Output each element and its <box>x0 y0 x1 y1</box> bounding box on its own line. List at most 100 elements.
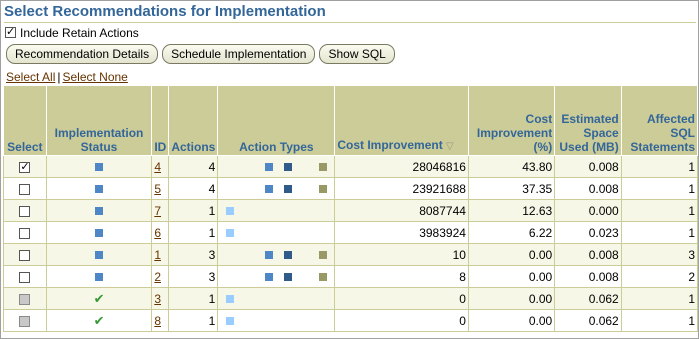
blue-square-status-icon <box>95 185 104 194</box>
table-row: 5 4 23921688 37.35 0.008 1 <box>3 177 698 200</box>
recommendation-id-link[interactable]: 8 <box>154 314 161 328</box>
recommendation-id-link[interactable]: 6 <box>154 226 161 240</box>
recommendation-details-button[interactable]: Recommendation Details <box>6 44 159 64</box>
affected-sql-cell: 3 <box>620 243 698 266</box>
cost-improvement-pct-cell: 43.80 <box>467 155 556 178</box>
row-select-checkbox[interactable] <box>19 160 31 173</box>
cost-improvement-pct-cell: 12.63 <box>467 199 556 222</box>
cost-improvement-cell: 8087744 <box>334 199 469 222</box>
affected-sql-cell: 1 <box>620 221 698 244</box>
recommendation-id-link[interactable]: 7 <box>154 204 161 218</box>
space-used-cell: 0.062 <box>554 287 622 310</box>
cost-improvement-pct-cell: 0.00 <box>467 309 556 332</box>
retain-actions-label: Include Retain Actions <box>20 25 139 40</box>
table-row: ✔ 8 1 0 0.00 0.062 1 <box>3 309 698 332</box>
status-cell <box>45 177 153 200</box>
recommendation-id-link[interactable]: 1 <box>154 248 161 262</box>
select-cell <box>3 287 47 310</box>
mv-log-icon <box>318 250 327 259</box>
actions-cell: 1 <box>168 221 219 244</box>
actions-cell: 3 <box>168 265 219 288</box>
actions-cell: 1 <box>168 309 219 332</box>
create-index-icon <box>264 162 273 171</box>
select-cell <box>3 177 47 200</box>
status-cell <box>45 265 153 288</box>
col-header-affected-sql[interactable]: Affected SQL Statements <box>620 85 698 156</box>
row-select-checkbox[interactable] <box>19 205 31 217</box>
space-used-cell: 0.062 <box>554 309 622 332</box>
select-cell <box>3 199 47 222</box>
affected-sql-cell: 1 <box>620 287 698 310</box>
select-all-link[interactable]: Select All <box>6 70 55 84</box>
materialized-view-icon <box>283 272 292 281</box>
status-cell <box>45 221 153 244</box>
select-cell <box>3 155 47 178</box>
mv-log-icon <box>318 184 327 193</box>
id-cell: 4 <box>151 155 170 178</box>
action-types-cell <box>217 199 336 222</box>
cost-improvement-cell: 10 <box>334 243 469 266</box>
space-used-cell: 0.023 <box>554 221 622 244</box>
table-row: 7 1 8087744 12.63 0.000 1 <box>3 199 698 222</box>
recommendation-id-link[interactable]: 3 <box>154 292 161 306</box>
mv-log-icon <box>318 272 327 281</box>
table-row: 6 1 3983924 6.22 0.023 1 <box>3 221 698 244</box>
col-header-id[interactable]: ID <box>151 85 170 156</box>
create-index-icon <box>264 272 273 281</box>
row-select-checkbox[interactable] <box>19 183 31 195</box>
recommendations-table: Select Implementation Status ID Actions … <box>3 85 698 332</box>
action-types-cell <box>217 177 336 200</box>
recommendation-id-link[interactable]: 2 <box>154 270 161 284</box>
recommendation-id-link[interactable]: 5 <box>154 182 161 196</box>
space-used-cell: 0.008 <box>554 265 622 288</box>
select-none-link[interactable]: Select None <box>62 70 127 84</box>
retain-actions-checkbox[interactable] <box>5 25 16 38</box>
show-sql-button[interactable]: Show SQL <box>319 44 395 64</box>
space-used-cell: 0.008 <box>554 243 622 266</box>
schedule-implementation-button[interactable]: Schedule Implementation <box>162 44 316 64</box>
action-types-cell <box>217 221 336 244</box>
actions-cell: 1 <box>168 199 219 222</box>
col-header-cost-improvement[interactable]: Cost Improvement ▽ <box>334 85 469 156</box>
recommendation-id-link[interactable]: 4 <box>154 160 161 174</box>
link-separator: | <box>57 70 61 84</box>
mv-log-icon <box>318 162 327 171</box>
row-select-checkbox <box>19 293 31 305</box>
row-select-checkbox[interactable] <box>19 249 31 261</box>
status-cell: ✔ <box>45 287 153 310</box>
row-select-checkbox[interactable] <box>19 227 31 239</box>
col-header-cost-improvement-pct[interactable]: Cost Improvement (%) <box>467 85 556 156</box>
cost-improvement-pct-cell: 6.22 <box>467 221 556 244</box>
space-used-cell: 0.008 <box>554 155 622 178</box>
blue-square-status-icon <box>95 229 104 238</box>
actions-cell: 4 <box>168 155 219 178</box>
cost-improvement-pct-cell: 37.35 <box>467 177 556 200</box>
cost-improvement-cell: 28046816 <box>334 155 469 178</box>
cost-improvement-pct-cell: 0.00 <box>467 243 556 266</box>
blue-square-status-icon <box>95 207 104 216</box>
affected-sql-cell: 2 <box>620 265 698 288</box>
col-header-space-used[interactable]: Estimated Space Used (MB) <box>554 85 622 156</box>
cost-improvement-pct-cell: 0.00 <box>467 287 556 310</box>
cost-improvement-cell: 0 <box>334 309 469 332</box>
row-select-checkbox <box>19 315 31 327</box>
row-select-checkbox[interactable] <box>19 271 31 283</box>
id-cell: 6 <box>151 221 170 244</box>
actions-cell: 3 <box>168 243 219 266</box>
col-header-actions[interactable]: Actions <box>168 85 219 156</box>
recommendations-panel: Select Recommendations for Implementatio… <box>0 0 699 339</box>
page-title: Select Recommendations for Implementatio… <box>4 2 696 23</box>
table-row: 1 3 10 0.00 0.008 3 <box>3 243 698 266</box>
col-header-select: Select <box>3 85 47 156</box>
action-types-cell <box>217 155 336 178</box>
create-index-icon <box>264 250 273 259</box>
green-checkmark-icon: ✔ <box>93 290 105 306</box>
actions-cell: 1 <box>168 287 219 310</box>
table-row: 2 3 8 0.00 0.008 2 <box>3 265 698 288</box>
select-cell <box>3 265 47 288</box>
affected-sql-cell: 1 <box>620 199 698 222</box>
cost-improvement-cell: 23921688 <box>334 177 469 200</box>
id-cell: 1 <box>151 243 170 266</box>
action-types-cell <box>217 287 336 310</box>
space-used-cell: 0.008 <box>554 177 622 200</box>
